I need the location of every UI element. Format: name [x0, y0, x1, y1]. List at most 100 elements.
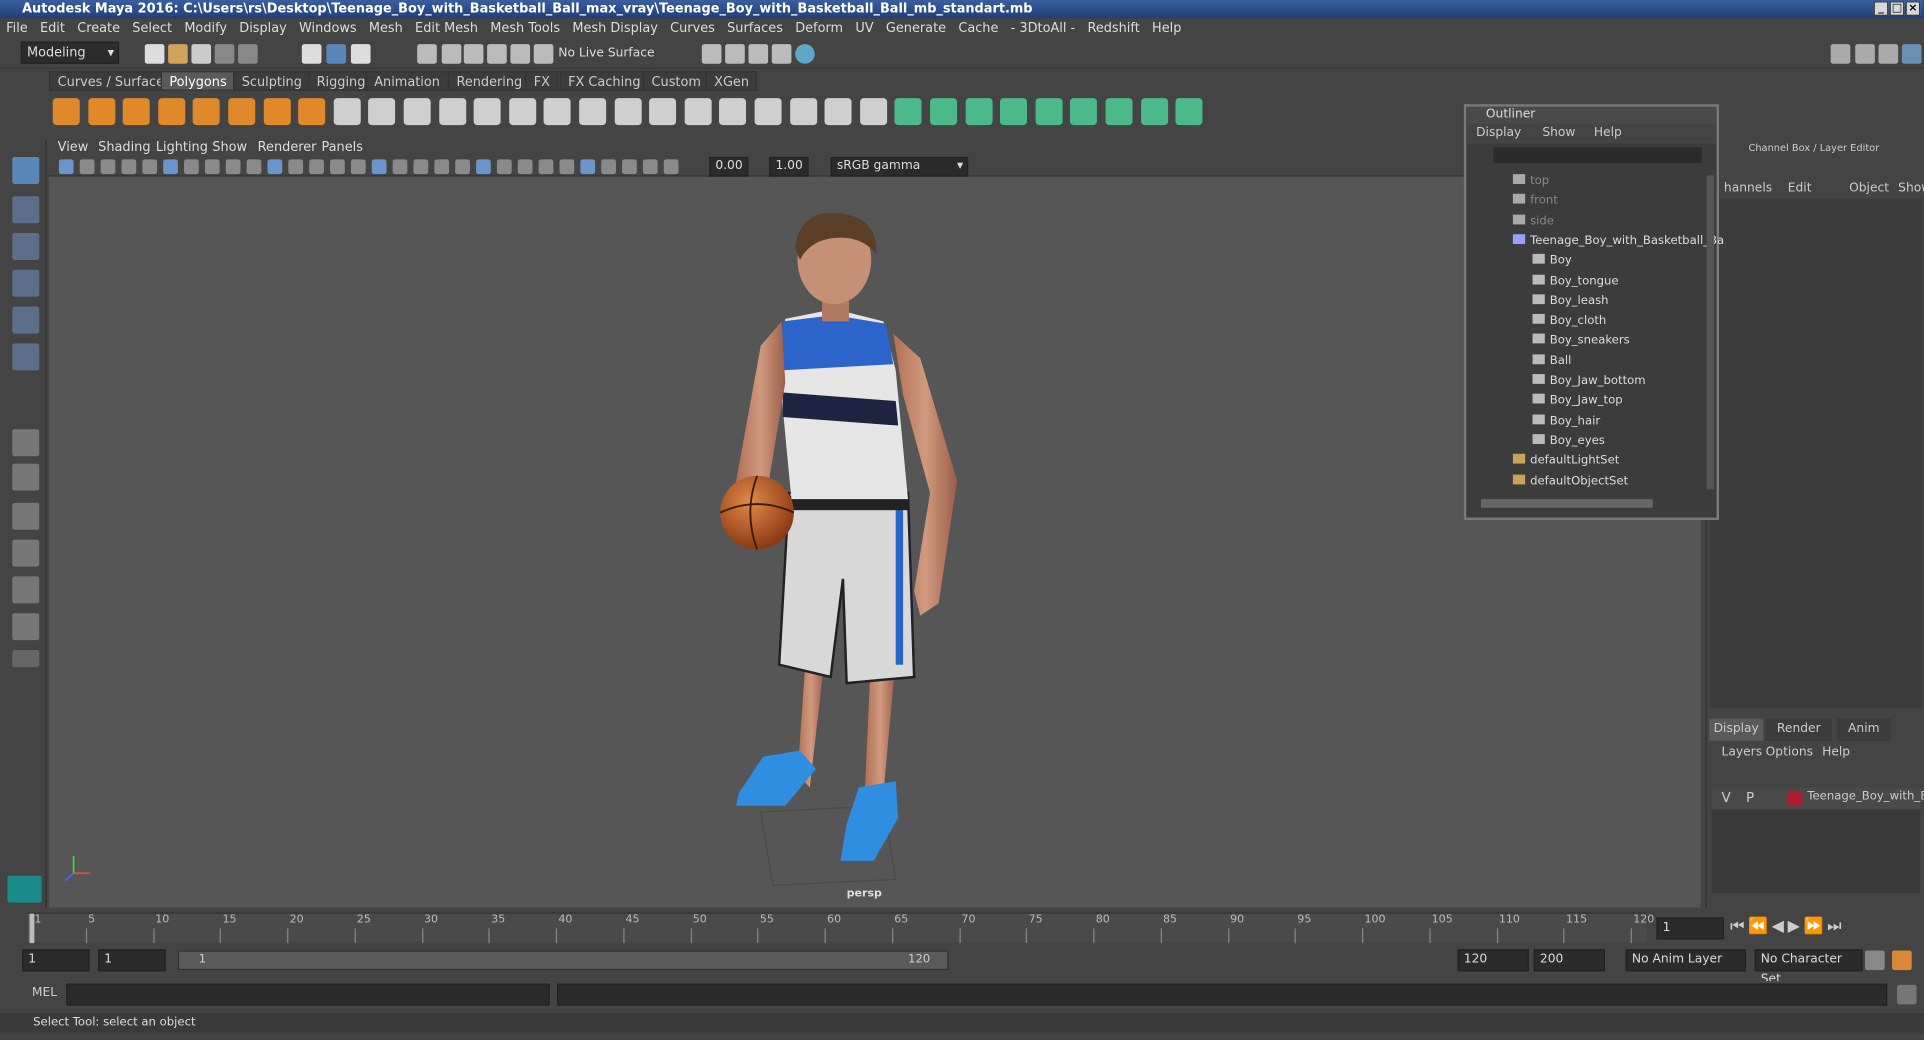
mirror-icon[interactable]	[473, 98, 501, 126]
perspective-viewport[interactable]: persp	[49, 137, 1701, 908]
menu-create[interactable]: Create	[71, 18, 126, 39]
colorspace-selector[interactable]: sRGB gamma ▾	[830, 156, 969, 177]
outliner-item[interactable]: Boy_sneakers	[1532, 332, 1630, 352]
layer-playback-toggle[interactable]: P	[1746, 790, 1754, 806]
outliner-item[interactable]: Boy_eyes	[1532, 432, 1605, 452]
command-input[interactable]	[66, 983, 550, 1006]
poly-pipe-icon[interactable]	[298, 98, 326, 126]
poly-sphere-icon[interactable]	[52, 98, 80, 126]
poly-plane-icon[interactable]	[193, 98, 221, 126]
range-bar[interactable]: 1 120	[177, 950, 949, 971]
outliner-item[interactable]: Teenage_Boy_with_Basketball_Ba	[1512, 232, 1724, 252]
menu-curves[interactable]: Curves	[664, 18, 721, 39]
menu-mesh-display[interactable]: Mesh Display	[566, 18, 664, 39]
viewport-tool-17-icon[interactable]	[413, 159, 429, 175]
menu-cache[interactable]: Cache	[952, 18, 1004, 39]
tab-sculpting[interactable]: Sculpting	[233, 71, 311, 91]
layer-tab-anim[interactable]: Anim	[1836, 718, 1891, 741]
current-time-indicator[interactable]	[29, 913, 35, 944]
tool-settings-icon[interactable]	[1878, 44, 1899, 64]
undo-icon[interactable]	[214, 44, 235, 64]
mode-selector[interactable]: Modeling ▾	[20, 41, 120, 64]
outliner-item[interactable]: Boy_hair	[1532, 412, 1600, 432]
four-pane-icon[interactable]	[12, 463, 40, 491]
viewport-tool-23-icon[interactable]	[538, 159, 554, 175]
scale-tool-icon[interactable]	[12, 343, 40, 371]
cylindrical-uv-icon[interactable]	[1070, 98, 1098, 126]
close-button[interactable]: ×	[1905, 1, 1921, 16]
menu-modify[interactable]: Modify	[178, 18, 233, 39]
viewport-tool-16-icon[interactable]	[392, 159, 408, 175]
viewport-tool-22-icon[interactable]	[517, 159, 533, 175]
offset-loop-icon[interactable]	[894, 98, 922, 126]
select-tool-icon[interactable]	[12, 156, 40, 184]
viewport-menu-renderer[interactable]: Renderer	[258, 137, 317, 157]
outliner-menu-help[interactable]: Help	[1594, 124, 1622, 144]
extract-icon[interactable]	[403, 98, 431, 126]
snap-point-icon[interactable]	[463, 44, 484, 64]
rotate-tool-icon[interactable]	[12, 306, 40, 334]
outliner-item[interactable]: defaultObjectSet	[1512, 472, 1628, 492]
character-set-selector[interactable]: No Character Set	[1754, 949, 1863, 986]
viewport-tool-25-icon[interactable]	[580, 159, 596, 175]
viewport-tool-27-icon[interactable]	[622, 159, 637, 175]
viewport-tool-21-icon[interactable]	[496, 159, 512, 175]
tab-custom[interactable]: Custom	[642, 71, 710, 91]
menu-uv[interactable]: UV	[849, 18, 880, 39]
render-settings-icon[interactable]	[748, 44, 769, 64]
menu-display[interactable]: Display	[233, 18, 293, 39]
outliner-item[interactable]: Boy	[1532, 252, 1572, 272]
automatic-uv-icon[interactable]	[1000, 98, 1028, 126]
multi-cut-icon[interactable]	[649, 98, 677, 126]
anim-layer-selector[interactable]: No Anim Layer	[1625, 949, 1747, 972]
uv-editor-icon[interactable]	[1140, 98, 1168, 126]
poly-torus-icon[interactable]	[228, 98, 256, 126]
viewport-tool-29-icon[interactable]	[663, 159, 679, 175]
gamma-field[interactable]: 1.00	[769, 156, 809, 177]
outliner-item[interactable]: top	[1512, 172, 1549, 192]
menu-surfaces[interactable]: Surfaces	[721, 18, 789, 39]
menu-edit[interactable]: Edit	[34, 18, 71, 39]
menu-edit-mesh[interactable]: Edit Mesh	[409, 18, 484, 39]
poly-cylinder-icon[interactable]	[122, 98, 150, 126]
menu-mesh[interactable]: Mesh	[363, 18, 409, 39]
new-scene-icon[interactable]	[144, 44, 165, 64]
more-layouts-icon[interactable]	[12, 649, 40, 668]
playback-controls[interactable]: ⏮⏪◀▶⏩⏭	[1730, 917, 1845, 935]
outliner-menu-display[interactable]: Display	[1476, 124, 1521, 144]
viewport-tool-7-icon[interactable]	[204, 159, 220, 175]
viewport-tool-19-icon[interactable]	[455, 159, 470, 175]
smooth-icon[interactable]	[438, 98, 466, 126]
menu-deform[interactable]: Deform	[789, 18, 849, 39]
paint-select-icon[interactable]	[12, 233, 40, 260]
menu--3dtoall-[interactable]: - 3DtoAll -	[1005, 18, 1082, 39]
attribute-editor-icon[interactable]	[1855, 44, 1875, 64]
start-time-field[interactable]: 1	[22, 949, 90, 972]
snap-view-icon[interactable]	[487, 44, 507, 64]
menu-file[interactable]: File	[0, 18, 34, 39]
viewport-menu-show[interactable]: Show	[212, 137, 247, 157]
outliner-vertical-scrollbar[interactable]	[1706, 175, 1715, 490]
bridge-edge-icon[interactable]	[719, 98, 747, 126]
poly-cube-icon[interactable]	[87, 98, 115, 126]
outliner-menu-show[interactable]: Show	[1542, 124, 1575, 144]
viewport-tool-8-icon[interactable]	[225, 159, 241, 175]
layer-color-swatch[interactable]	[1787, 791, 1803, 806]
open-scene-icon[interactable]	[168, 44, 188, 64]
create-uv-icon[interactable]	[965, 98, 993, 126]
viewport-tool-5-icon[interactable]	[163, 159, 178, 175]
magnet-icon[interactable]	[533, 44, 554, 64]
menu-mesh-tools[interactable]: Mesh Tools	[484, 18, 566, 39]
viewport-tool-9-icon[interactable]	[246, 159, 262, 175]
bevel-icon[interactable]	[508, 98, 536, 126]
viewport-tool-26-icon[interactable]	[601, 159, 616, 175]
slide-edge-icon[interactable]	[930, 98, 958, 126]
graph-layout-icon[interactable]	[12, 576, 40, 604]
append-icon[interactable]	[754, 98, 782, 126]
two-pane-icon[interactable]	[12, 502, 40, 530]
menu-help[interactable]: Help	[1146, 18, 1188, 39]
combine-icon[interactable]	[333, 98, 361, 126]
layer-tab-display[interactable]: Display	[1709, 718, 1764, 741]
lasso-tool-icon[interactable]	[12, 196, 40, 224]
viewport-tool-4-icon[interactable]	[142, 159, 158, 175]
